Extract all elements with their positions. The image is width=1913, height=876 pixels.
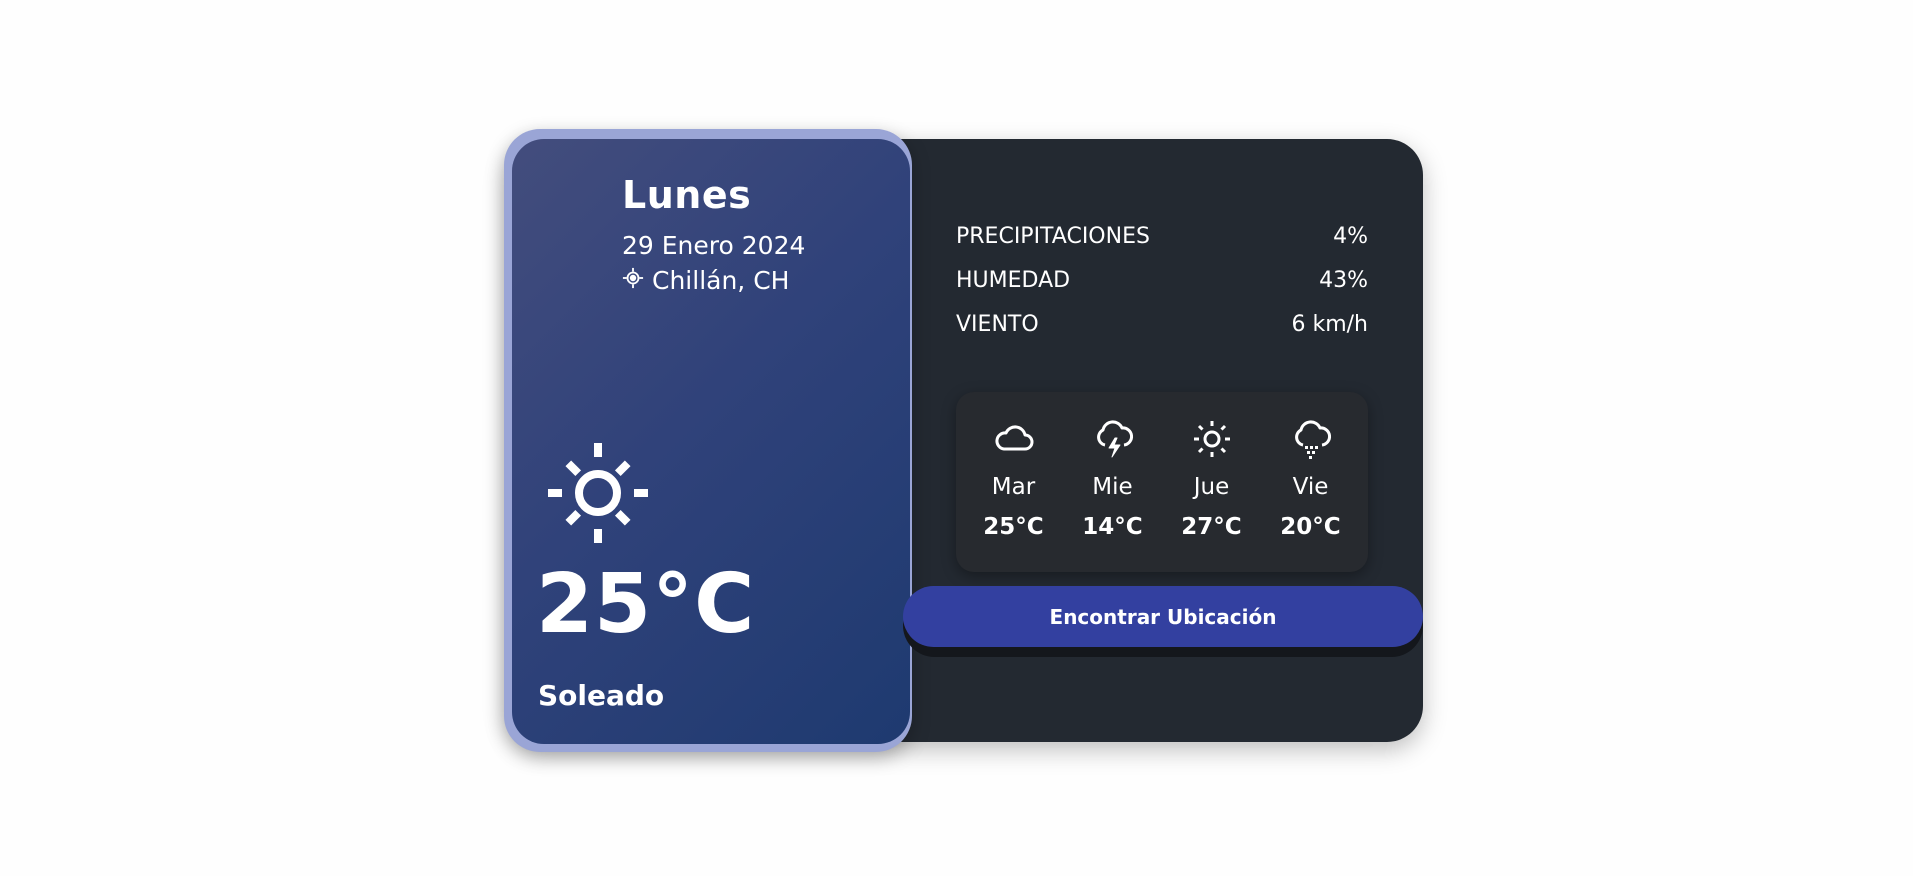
date-text: 29 Enero 2024 [622, 231, 806, 260]
forecast-day-name: Jue [1193, 474, 1230, 500]
sun-icon [546, 441, 650, 545]
crosshair-icon [622, 266, 644, 295]
forecast-day[interactable]: Mie 14°C [1068, 392, 1158, 540]
forecast-temp: 14°C [1082, 514, 1143, 540]
forecast-day[interactable]: Jue 27°C [1167, 392, 1257, 540]
forecast-list: Mar 25°C Mie 14°C Jue 27°C Vie 20°C [956, 392, 1368, 572]
find-location-button[interactable]: Encontrar Ubicación [903, 586, 1423, 647]
cloud-icon [993, 418, 1035, 464]
stat-value: 4% [1333, 223, 1368, 249]
weather-condition: Soleado [538, 679, 665, 712]
weather-stats: PRECIPITACIONES 4% HUMEDAD 43% VIENTO 6 … [956, 214, 1368, 346]
forecast-day[interactable]: Vie 20°C [1266, 392, 1356, 540]
location: Chillán, CH [622, 266, 789, 295]
sun-icon [1191, 418, 1233, 464]
stat-label: PRECIPITACIONES [956, 223, 1150, 249]
today-panel: Lunes 29 Enero 2024 Chillán, CH 25°C Sol… [512, 139, 910, 744]
forecast-day-name: Mar [991, 474, 1036, 500]
forecast-day-name: Mie [1092, 474, 1133, 500]
stat-label: VIENTO [956, 311, 1039, 337]
location-name: Chillán, CH [652, 266, 790, 295]
stat-value: 43% [1319, 267, 1368, 293]
stat-value: 6 km/h [1291, 311, 1368, 337]
stat-humidity: HUMEDAD 43% [956, 258, 1368, 302]
day-name: Lunes [622, 173, 752, 217]
forecast-temp: 27°C [1181, 514, 1242, 540]
forecast-temp: 20°C [1280, 514, 1341, 540]
stat-label: HUMEDAD [956, 267, 1071, 293]
snow-cloud-icon [1290, 418, 1332, 464]
current-temperature: 25°C [536, 557, 756, 652]
forecast-day[interactable]: Mar 25°C [969, 392, 1059, 540]
stat-precipitation: PRECIPITACIONES 4% [956, 214, 1368, 258]
forecast-day-name: Vie [1292, 474, 1329, 500]
stat-wind: VIENTO 6 km/h [956, 302, 1368, 346]
forecast-temp: 25°C [983, 514, 1044, 540]
thunderstorm-icon [1092, 418, 1134, 464]
